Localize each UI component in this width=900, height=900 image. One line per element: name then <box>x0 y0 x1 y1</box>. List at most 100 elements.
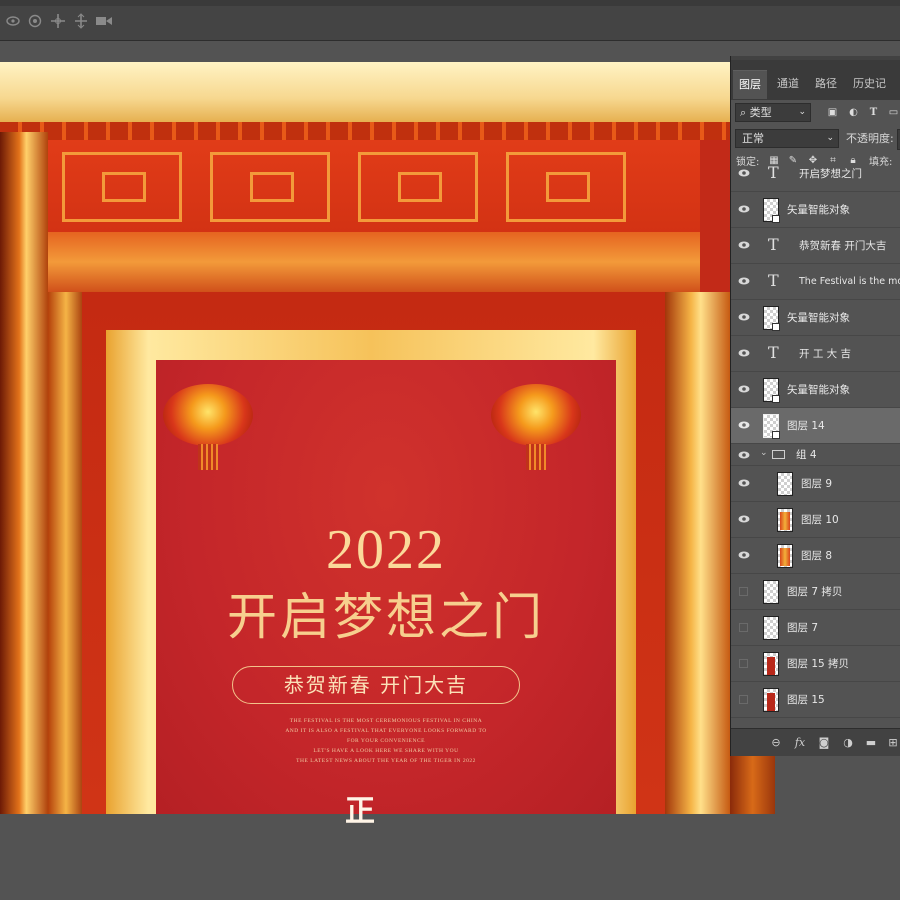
poster-headline: 开启梦想之门 <box>227 588 545 646</box>
eye-icon[interactable] <box>737 276 751 286</box>
eye-icon[interactable] <box>737 240 751 250</box>
panel-footer: ⊖ fx ◙ ◑ ▬ ⊞ <box>731 728 900 756</box>
left-lantern <box>158 384 258 474</box>
link-icon[interactable]: ⊖ <box>769 735 783 749</box>
poster-subtitle: 恭贺新春 开门大吉 <box>283 673 469 697</box>
adjustment-icon[interactable]: ◑ <box>841 735 855 749</box>
new-layer-icon[interactable]: ⊞ <box>886 735 900 749</box>
eye-icon[interactable] <box>737 450 751 460</box>
blend-mode-select[interactable]: 正常 ⌄ <box>735 129 839 148</box>
layer-name: 开启梦想之门 <box>799 168 862 180</box>
blend-row: 正常 ⌄ 不透明度: <box>731 126 900 152</box>
fx-icon[interactable]: fx <box>793 735 807 749</box>
eye-icon[interactable] <box>737 204 751 214</box>
layer-row[interactable]: 矢量智能对象 <box>731 192 900 228</box>
filter-kind-value: 类型 <box>749 106 772 119</box>
layer-row[interactable]: 图层 8 <box>731 538 900 574</box>
3d-camera-icon[interactable] <box>95 12 113 30</box>
filter-adjustment-icon[interactable]: ◐ <box>847 106 860 119</box>
tab-layers[interactable]: 图层 <box>733 70 767 99</box>
chevron-down-icon[interactable]: ⌄ <box>760 448 768 458</box>
layer-name: 图层 10 <box>801 514 839 526</box>
eye-icon[interactable] <box>737 384 751 394</box>
mask-icon[interactable]: ◙ <box>817 735 831 749</box>
layer-row[interactable]: 图层 10 <box>731 502 900 538</box>
copy-line: LET'S HAVE A LOOK HERE WE SHARE WITH YOU <box>313 748 459 754</box>
layer-name: 开 工 大 吉 <box>799 348 852 360</box>
eye-icon[interactable] <box>737 420 751 430</box>
folder-icon <box>772 450 785 459</box>
layer-row[interactable]: 图层 9 <box>731 466 900 502</box>
tab-history[interactable]: 历史记录 <box>847 70 900 118</box>
filter-shape-icon[interactable]: ▭ <box>887 106 900 119</box>
eye-icon[interactable] <box>737 550 751 560</box>
tab-channels[interactable]: 通道 <box>771 70 805 98</box>
3d-slide-icon[interactable] <box>72 12 90 30</box>
layer-name: 图层 8 <box>801 550 833 562</box>
copy-line: AND IT IS ALSO A FESTIVAL THAT EVERYONE … <box>285 728 487 734</box>
left-pillar <box>0 132 48 814</box>
layer-name: 图层 15 <box>787 694 825 706</box>
layer-row-selected[interactable]: 图层 14 <box>731 408 900 444</box>
layer-name: 图层 7 <box>787 622 819 634</box>
layer-thumbnail <box>777 472 793 496</box>
filter-pixel-icon[interactable]: ▣ <box>826 106 839 119</box>
layer-row[interactable]: 矢量智能对象 <box>731 300 900 336</box>
eye-icon[interactable] <box>737 478 751 488</box>
poster-small-copy: THE FESTIVAL IS THE MOST CEREMONIOUS FES… <box>236 716 536 766</box>
layer-name: 图层 9 <box>801 478 833 490</box>
layer-group-row[interactable]: ⌄ 组 4 <box>731 444 900 466</box>
visibility-toggle[interactable] <box>739 587 748 596</box>
lattice-panel <box>102 172 146 202</box>
lattice-panel <box>398 172 442 202</box>
folder-icon[interactable]: ▬ <box>864 735 878 749</box>
lattice-panel <box>250 172 294 202</box>
layer-thumbnail <box>763 378 780 403</box>
layer-row[interactable]: 图层 7 <box>731 610 900 646</box>
layer-row[interactable]: 图层 7 拷贝 <box>731 574 900 610</box>
canvas-right-base <box>730 756 775 814</box>
layer-thumbnail <box>763 580 779 604</box>
layer-name: The Festival is the mos <box>799 276 900 287</box>
smart-object-badge-icon <box>772 431 780 439</box>
layer-thumbnail <box>763 414 780 439</box>
layer-thumbnail <box>777 508 793 532</box>
layer-thumbnail <box>763 652 779 676</box>
layer-row[interactable]: 矢量智能对象 <box>731 372 900 408</box>
filter-kind-select[interactable]: ⌕ 类型 ⌄ <box>735 103 811 122</box>
layer-name: 恭贺新春 开门大吉 <box>799 240 887 252</box>
layer-name: 矢量智能对象 <box>787 312 850 324</box>
blend-mode-value: 正常 <box>742 132 764 145</box>
eye-icon[interactable] <box>737 348 751 358</box>
3d-pan-icon[interactable] <box>49 12 67 30</box>
copy-line: THE LATEST NEWS ABOUT THE YEAR OF THE TI… <box>296 758 476 764</box>
layer-row[interactable]: T 恭贺新春 开门大吉 <box>731 228 900 264</box>
menu-strip <box>0 0 900 6</box>
tab-paths[interactable]: 路径 <box>809 70 843 98</box>
layer-name: 组 4 <box>796 449 817 461</box>
layer-row[interactable]: 图层 15 拷贝 <box>731 646 900 682</box>
eye-icon[interactable] <box>737 312 751 322</box>
visibility-toggle[interactable] <box>739 659 748 668</box>
copy-line: FOR YOUR CONVENIENCE <box>347 738 425 744</box>
layer-row[interactable]: T 开启梦想之门 <box>731 156 900 192</box>
layer-name: 图层 15 拷贝 <box>787 658 850 670</box>
3d-roll-icon[interactable] <box>26 12 44 30</box>
filter-type-icon[interactable]: T <box>867 106 880 119</box>
visibility-toggle[interactable] <box>739 623 748 632</box>
layer-row[interactable]: T The Festival is the mos <box>731 264 900 300</box>
chevron-down-icon: ⌄ <box>798 107 806 117</box>
eye-icon[interactable] <box>737 514 751 524</box>
3d-orbit-icon[interactable] <box>4 12 22 30</box>
search-icon: ⌕ <box>740 106 747 119</box>
smart-object-badge-icon <box>772 215 780 223</box>
visibility-toggle[interactable] <box>739 695 748 704</box>
eye-icon[interactable] <box>737 168 751 178</box>
calligraphy-seal: 正 <box>345 794 375 829</box>
roof-eave <box>0 122 730 140</box>
layer-row[interactable]: T 开 工 大 吉 <box>731 336 900 372</box>
filter-row: ⌕ 类型 ⌄ ▣ ◐ T ▭ <box>731 100 900 126</box>
layer-thumbnail <box>763 198 780 223</box>
layer-row[interactable]: 图层 15 <box>731 682 900 718</box>
smart-object-badge-icon <box>772 323 780 331</box>
